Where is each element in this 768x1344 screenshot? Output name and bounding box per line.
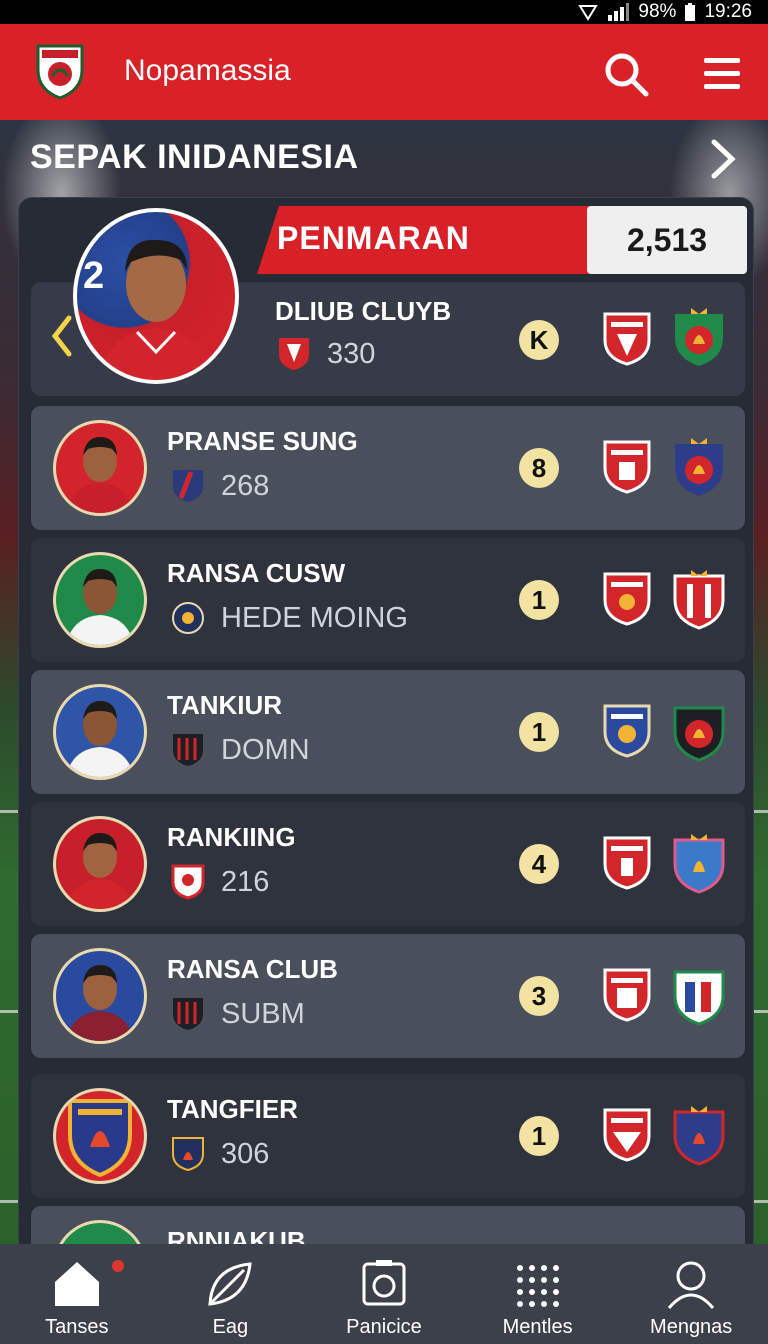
section-title: SEPAK INIDANESIA <box>30 138 359 176</box>
team-badge-icon <box>673 970 725 1026</box>
avatar <box>53 948 147 1044</box>
home-icon <box>54 1262 99 1306</box>
menu-icon[interactable] <box>698 50 746 98</box>
team-badge-icon <box>673 1106 725 1166</box>
status-bar: 98% 19:26 <box>0 0 768 24</box>
chevron-left-icon[interactable] <box>49 312 75 360</box>
rank-badge: 1 <box>519 712 559 752</box>
player-row[interactable]: PRANSE SUNG 268 8 <box>31 406 745 530</box>
nav-item-home[interactable]: Tanses <box>0 1244 154 1344</box>
notification-dot <box>112 1260 124 1272</box>
club-crest-icon <box>172 602 204 634</box>
battery-level: 98% <box>638 1 677 22</box>
nav-item-mentles[interactable]: Mentles <box>461 1244 615 1344</box>
club-crest-icon <box>171 864 205 900</box>
featured-banner-label: PENMARAN <box>277 220 470 256</box>
team-badge-icon <box>603 836 651 890</box>
player-row[interactable]: TANKIUR DOMN 1 <box>31 670 745 794</box>
team-badge-icon <box>675 438 723 496</box>
team-badge-icon <box>673 834 725 894</box>
nav-item-mengnas[interactable]: Mengnas <box>614 1244 768 1344</box>
app-bar: Nopamassia <box>0 24 768 120</box>
nav-label: Mengnas <box>650 1316 733 1338</box>
nav-label: Mentles <box>502 1316 573 1338</box>
grid-icon <box>516 1265 559 1307</box>
club-crest-icon <box>173 734 203 766</box>
player-row[interactable]: RANSA CUSW HEDE MOING 1 <box>31 538 745 662</box>
player-sub: SUBM <box>221 998 305 1030</box>
search-icon[interactable] <box>602 50 650 98</box>
nav-label: Panicice <box>346 1316 422 1338</box>
player-sub: DOMN <box>221 734 310 766</box>
rank-badge: K <box>519 320 559 360</box>
team-badge-icon <box>603 1108 651 1162</box>
team-badge-icon <box>603 312 651 366</box>
clock: 19:26 <box>704 1 752 22</box>
team-badge-icon <box>675 308 723 366</box>
player-photo-icon: 2 <box>83 239 215 380</box>
player-name: TANKIUR <box>167 690 283 720</box>
avatar <box>53 1088 147 1184</box>
nav-label: Eag <box>212 1316 249 1338</box>
team-badge-icon <box>673 570 725 630</box>
club-logo-icon[interactable] <box>34 40 86 100</box>
rank-badge: 1 <box>519 580 559 620</box>
signal-icon <box>608 3 630 21</box>
featured-sub: 330 <box>327 338 376 370</box>
rank-badge: 3 <box>519 976 559 1016</box>
featured-score: 2,513 <box>587 206 747 274</box>
app-title: Nopamassia <box>124 54 291 87</box>
club-crest-icon <box>173 998 203 1030</box>
rank-badge: 1 <box>519 1116 559 1156</box>
player-row[interactable]: RANSA CLUB SUBM 3 <box>31 934 745 1058</box>
avatar <box>53 816 147 912</box>
location-icon <box>578 5 599 21</box>
team-badge-icon <box>603 968 651 1022</box>
bottom-nav: Tanses Eag Panicice Mentles Mengnas <box>0 1244 768 1344</box>
player-name: RANSA CUSW <box>167 558 346 588</box>
player-sub: 268 <box>221 470 270 502</box>
player-row[interactable]: TANGFIER 306 1 <box>31 1074 745 1198</box>
rank-badge: 8 <box>519 448 559 488</box>
nav-label: Tanses <box>45 1316 109 1338</box>
player-name: RANKIING <box>167 822 296 852</box>
player-sub: 216 <box>221 866 270 898</box>
team-badge-icon <box>603 572 651 626</box>
player-sub: 306 <box>221 1138 270 1170</box>
nav-item-eag[interactable]: Eag <box>154 1244 308 1344</box>
team-badge-icon <box>673 706 725 762</box>
club-crest-icon <box>173 470 203 502</box>
rank-badge: 4 <box>519 844 559 884</box>
avatar <box>53 420 147 516</box>
club-crest-icon <box>172 1137 204 1172</box>
player-sub: HEDE MOING <box>221 602 408 634</box>
featured-avatar: 2 <box>73 208 239 384</box>
team-badge-icon <box>603 704 651 758</box>
profile-icon <box>668 1261 715 1309</box>
ranking-panel: DLIUB CLUYB 330 K PENMARAN 2,513 2 PRANS… <box>18 197 754 1257</box>
avatar <box>53 552 147 648</box>
player-name: TANGFIER <box>167 1094 298 1124</box>
battery-icon <box>685 3 696 21</box>
svg-text:2: 2 <box>83 255 104 297</box>
team-badge-icon <box>603 440 651 494</box>
leaf-icon <box>208 1262 253 1306</box>
club-crest-icon <box>279 338 309 370</box>
avatar <box>53 684 147 780</box>
chevron-right-icon[interactable] <box>706 138 740 180</box>
player-row[interactable]: RANKIING 216 4 <box>31 802 745 926</box>
featured-name: DLIUB CLUYB <box>275 296 452 326</box>
player-name: PRANSE SUNG <box>167 426 358 456</box>
player-name: RANSA CLUB <box>167 954 338 984</box>
camera-icon <box>362 1260 406 1306</box>
nav-item-panicice[interactable]: Panicice <box>307 1244 461 1344</box>
